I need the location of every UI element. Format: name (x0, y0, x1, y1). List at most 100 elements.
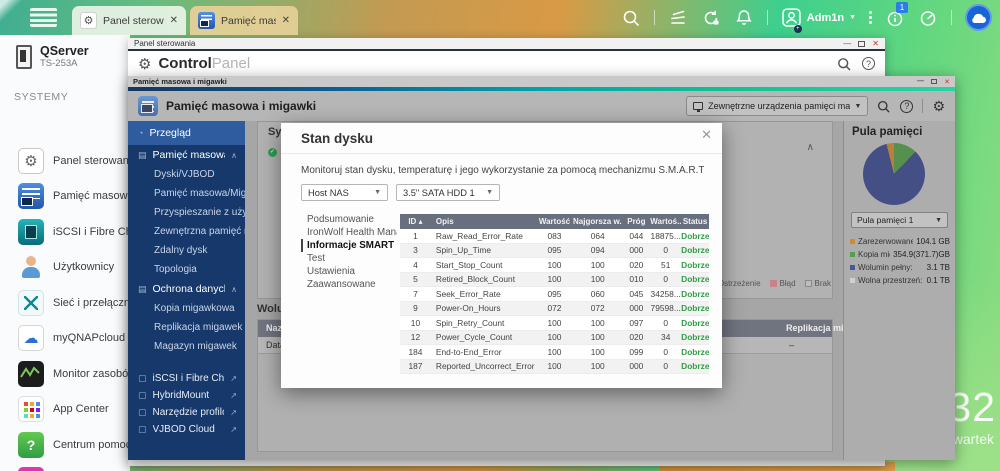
close-button[interactable]: ✕ (944, 78, 950, 86)
more-options-icon[interactable] (869, 11, 872, 14)
server-name: QServer (40, 44, 89, 58)
storage-nav-subitem[interactable]: Kopia migawkowa (128, 299, 245, 318)
control-panel-titlebar[interactable]: Panel sterowania — ✕ (128, 38, 885, 51)
sidebar-item-label: Panel sterowania (53, 154, 130, 167)
maximize-button[interactable] (931, 79, 938, 84)
help-icon[interactable]: ? (900, 99, 914, 113)
storage-nav-subitem[interactable]: Przyspieszanie z użyciem ... (128, 203, 245, 222)
help-icon[interactable]: ? (862, 57, 875, 70)
external-link-icon: ↗ (230, 391, 237, 400)
sidebar-item-label: Centrum pomocy (53, 438, 130, 451)
minimize-button[interactable]: — (843, 39, 851, 47)
table-cell: 187 (408, 361, 423, 372)
search-icon[interactable] (876, 99, 891, 114)
sidebar-item[interactable]: HDAplikacje do obsługi (0, 463, 130, 471)
column-header[interactable]: Wartość (536, 217, 573, 226)
storage-nav-subitem[interactable]: Pamięć masowa/Migawki (128, 184, 245, 203)
storage-nav-subitem[interactable]: Topologia (128, 260, 245, 279)
table-cell: 100 (590, 274, 605, 285)
storage-nav-subitem[interactable]: Zdalny dysk (128, 241, 245, 260)
minimize-button[interactable]: — (917, 78, 924, 85)
dashboard-gauge-icon[interactable] (918, 8, 938, 28)
storage-nav-subitem[interactable]: Replikacja migawek (128, 318, 245, 337)
dialog-menu-item[interactable]: Zaawansowane (301, 278, 397, 291)
column-header[interactable]: Wartoś... (650, 217, 681, 226)
sidebar-item[interactable]: ☁ myQNAPcloud (0, 321, 130, 357)
chevron-down-icon: ▼ (849, 14, 856, 21)
storage-nav-section[interactable]: ▤ Ochrona danych ∧ (128, 279, 245, 299)
collapse-chevron-icon[interactable]: ∧ (807, 142, 814, 153)
host-select[interactable]: Host NAS ▼ (301, 184, 388, 201)
dialog-menu-item[interactable]: Podsumowanie (301, 213, 397, 226)
status-cell: Dobrze (681, 303, 709, 314)
storage-nav-subitem[interactable]: Dyski/VJBOD (128, 165, 245, 184)
search-icon[interactable] (836, 56, 852, 72)
smart-table-row[interactable]: 3 Spin_Up_Time 095 094 000 0 Dobrze (400, 243, 709, 258)
maximize-button[interactable] (858, 40, 866, 47)
smart-table-row[interactable]: 1 Raw_Read_Error_Rate 083 064 044 18875... Dob… (400, 229, 709, 244)
column-header[interactable]: Opis (431, 217, 536, 226)
table-cell: 0 (663, 245, 669, 256)
myqnapcloud-icon[interactable] (965, 4, 992, 31)
sidebar-item[interactable]: ⚙ Panel sterowania (0, 143, 130, 179)
smart-table-row[interactable]: 12 Power_Cycle_Count 100 100 020 34 Dobrze (400, 330, 709, 345)
user-menu[interactable]: + Adm1n ▼ (781, 7, 856, 33)
status-cell: Dobrze (681, 361, 709, 372)
sidebar-item[interactable]: Sieć i przełączniki (0, 285, 130, 321)
dialog-menu-item[interactable]: Ustawienia (301, 265, 397, 278)
storage-nav-subitem[interactable]: Zewnętrzna pamięć maso... (128, 222, 245, 241)
storage-nav-subitem[interactable]: Magazyn migawek (128, 337, 245, 356)
external-storage-button[interactable]: Zewnętrzne urządzenia pamięci masowej ▼ (686, 96, 869, 116)
sidebar-item[interactable]: ? Centrum pomocy (0, 427, 130, 463)
close-button[interactable]: ✕ (872, 39, 879, 48)
server-info[interactable]: QServer TS-253A (0, 35, 130, 69)
notifications-bell-icon[interactable] (734, 8, 754, 28)
smart-table-row[interactable]: 7 Seek_Error_Rate 095 060 045 34258... Dobrze (400, 287, 709, 302)
sync-icon[interactable] (701, 8, 721, 28)
sidebar-item[interactable]: Monitor zasobów (0, 356, 130, 392)
sidebar-item[interactable]: Pamięć masowa (0, 179, 130, 215)
smart-table-row[interactable]: 187 Reported_Uncorrect_Error 100 100 000 0 Dob… (400, 359, 709, 374)
background-tasks-icon[interactable] (668, 8, 688, 28)
column-header[interactable]: ID ▴ (400, 217, 431, 226)
divider (281, 153, 722, 154)
system-info-icon[interactable]: 1 (885, 2, 908, 28)
column-header[interactable]: Status (681, 217, 709, 226)
sidebar-item-label: Pamięć masowa (53, 190, 130, 203)
disk-select[interactable]: 3.5" SATA HDD 1 ▼ (396, 184, 500, 201)
sidebar-item[interactable]: Użytkownicy (0, 250, 130, 286)
main-menu-icon[interactable] (30, 8, 57, 27)
storage-nav-section[interactable]: ▤ Pamięć masowa ∧ (128, 145, 245, 165)
smart-table-row[interactable]: 5 Retired_Block_Count 100 100 010 0 Dobrze (400, 272, 709, 287)
table-cell: 100 (547, 317, 562, 328)
taskbar-tab[interactable]: ⚙ Panel sterow... ✕ (72, 6, 186, 35)
pool-selector[interactable]: Pula pamięci 1 ▼ (851, 212, 948, 228)
smart-table-row[interactable]: 184 End-to-End_Error 100 100 099 0 Dobrze (400, 345, 709, 360)
table-cell: 100 (547, 332, 562, 343)
storage-nav-link[interactable]: ▢Narzędzie profilowani...↗ (128, 404, 245, 421)
storage-nav-item[interactable]: ◔ Przegląd (128, 121, 245, 145)
cloud-icon: ☁ (18, 325, 44, 352)
smart-table-row[interactable]: 10 Spin_Retry_Count 100 100 097 0 Dobrze (400, 316, 709, 331)
table-cell: 020 (629, 332, 644, 343)
dialog-menu-item[interactable]: Informacje SMART (301, 239, 397, 252)
storage-window-titlebar[interactable]: Pamięć masowa i migawki — ✕ (128, 76, 955, 87)
storage-nav-link[interactable]: ▢iSCSI i Fibre Channel↗ (128, 370, 245, 387)
close-icon[interactable]: ✕ (282, 15, 290, 26)
sidebar-item[interactable]: iSCSI i Fibre Channel (0, 214, 130, 250)
column-header[interactable]: Najgorsza w... (573, 217, 622, 226)
storage-nav-link[interactable]: ▢ HybridMount ↗ (128, 387, 245, 404)
smart-table-row[interactable]: 4 Start_Stop_Count 100 100 020 51 Dobrze (400, 258, 709, 273)
search-icon[interactable] (621, 8, 641, 28)
storage-nav-link[interactable]: ▢ VJBOD Cloud ↗ (128, 421, 245, 438)
dialog-menu-item[interactable]: IronWolf Health Mana... (301, 226, 397, 239)
taskbar-tab[interactable]: Pamięć mas... ✕ (190, 6, 298, 35)
close-icon[interactable]: ✕ (701, 127, 712, 143)
column-header[interactable]: Próg (622, 217, 650, 226)
sidebar-item[interactable]: App Center (0, 392, 130, 428)
smart-table-row[interactable]: 9 Power-On_Hours 072 072 000 79598... Dobrze (400, 301, 709, 316)
dialog-description: Monitoruj stan dysku, temperaturę i jego… (301, 165, 704, 176)
settings-gear-icon[interactable]: ⚙ (932, 98, 945, 115)
dialog-menu-item[interactable]: Test (301, 252, 397, 265)
close-icon[interactable]: ✕ (170, 15, 178, 26)
